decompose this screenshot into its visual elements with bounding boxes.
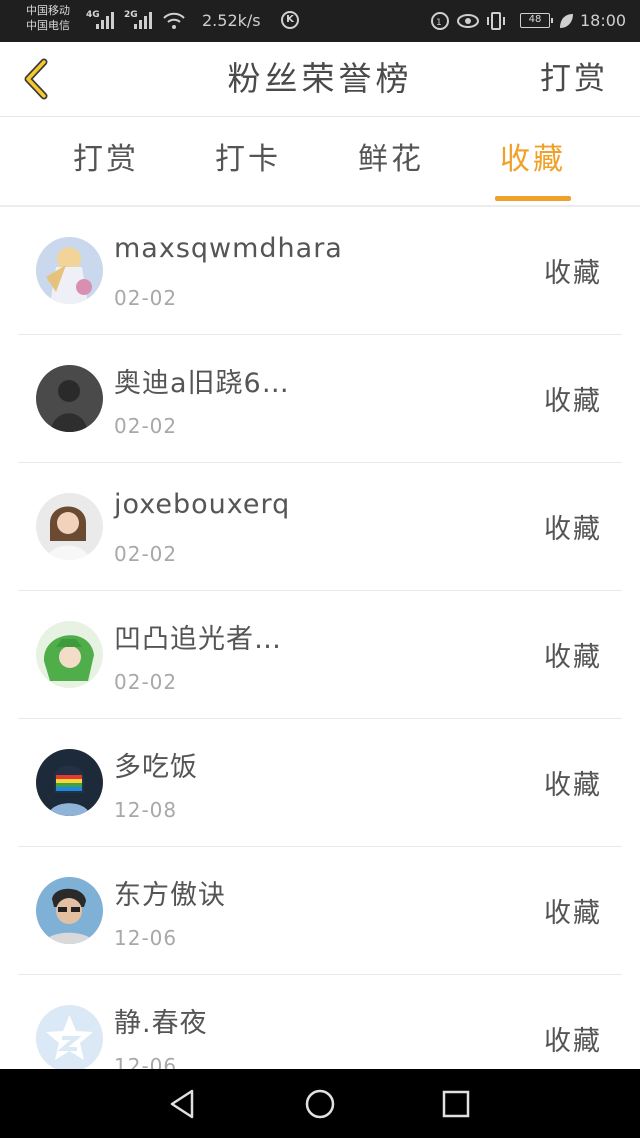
system-nav-bar: [0, 1069, 640, 1138]
carrier-2: 中国电信: [26, 19, 70, 32]
user-name: 东方傲诀: [114, 880, 226, 911]
list-item[interactable]: 多吃饭 12-08 收藏: [18, 719, 622, 847]
reward-button[interactable]: 打赏: [540, 42, 608, 116]
user-date: 12-06: [114, 926, 178, 950]
leaf-icon: [560, 14, 573, 28]
tab-favorites[interactable]: 收藏: [478, 117, 588, 205]
user-action-label: 收藏: [544, 770, 602, 801]
svg-text:1: 1: [436, 18, 442, 28]
list-item[interactable]: 凹凸追光者… 02-02 收藏: [18, 591, 622, 719]
anime-girl-avatar: [36, 237, 103, 304]
tab-bar: 打赏 打卡 鲜花 收藏: [0, 117, 640, 207]
rainbow-face-avatar: [36, 749, 103, 816]
user-name: 奥迪a旧跷6…: [114, 368, 290, 399]
woman-photo-avatar: [36, 493, 103, 560]
carrier-labels: 中国移动 中国电信: [26, 3, 70, 33]
user-name: 多吃饭: [114, 752, 198, 783]
user-name: 静.春夜: [114, 1008, 208, 1039]
user-action-label: 收藏: [544, 642, 602, 673]
list-item[interactable]: 奥迪a旧跷6… 02-02 收藏: [18, 335, 622, 463]
user-date: 02-02: [114, 414, 178, 438]
active-tab-indicator: [495, 196, 571, 201]
user-action-label: 收藏: [544, 386, 602, 417]
dark-photo-avatar: [36, 365, 103, 432]
green-hair-avatar: [36, 621, 103, 688]
avatar[interactable]: [36, 877, 103, 944]
user-name: 凹凸追光者…: [114, 624, 282, 655]
avatar[interactable]: [36, 237, 103, 304]
tab-reward[interactable]: 打赏: [51, 117, 161, 205]
hd-icon: 1: [431, 12, 449, 30]
chevron-left-icon: [24, 58, 48, 100]
avatar[interactable]: [36, 749, 103, 816]
status-icons-right: 1: [431, 12, 505, 30]
default-star-avatar: [36, 1005, 103, 1069]
list-item[interactable]: joxebouxerq 02-02 收藏: [18, 463, 622, 591]
app-root: 中国移动 中国电信 4G 2G 2.52k/s K 1 48 18:00 粉丝荣…: [0, 0, 640, 1138]
vibrate-icon: [487, 12, 505, 30]
back-triangle-icon[interactable]: [166, 1087, 200, 1121]
carrier-1: 中国移动: [26, 4, 70, 17]
eye-icon: [457, 14, 479, 28]
fan-list: maxsqwmdhara 02-02 收藏 奥迪a旧跷6… 02-02 收藏 j…: [18, 207, 622, 1069]
user-date: 02-02: [114, 670, 178, 694]
user-name: joxebouxerq: [114, 489, 291, 520]
net-speed: 2.52k/s: [202, 11, 261, 30]
user-action-label: 收藏: [544, 514, 602, 545]
avatar[interactable]: [36, 493, 103, 560]
home-circle-icon[interactable]: [303, 1087, 337, 1121]
avatar[interactable]: [36, 365, 103, 432]
battery-icon: 48: [520, 13, 553, 28]
status-bar: 中国移动 中国电信 4G 2G 2.52k/s K 1 48 18:00: [0, 0, 640, 42]
user-date: 12-08: [114, 798, 178, 822]
k-badge-icon: K: [281, 11, 299, 29]
signal-2-icon: [134, 12, 152, 29]
user-name: maxsqwmdhara: [114, 233, 343, 264]
list-item[interactable]: maxsqwmdhara 02-02 收藏: [18, 207, 622, 335]
recents-square-icon[interactable]: [439, 1087, 473, 1121]
avatar[interactable]: [36, 1005, 103, 1069]
back-button[interactable]: [14, 54, 62, 104]
clock: 18:00: [580, 11, 627, 30]
user-date: 02-02: [114, 286, 178, 310]
user-action-label: 收藏: [544, 258, 602, 289]
user-date: 12-06: [114, 1054, 178, 1069]
avatar[interactable]: [36, 621, 103, 688]
list-item[interactable]: 东方傲诀 12-06 收藏: [18, 847, 622, 975]
man-glasses-avatar: [36, 877, 103, 944]
header-bar: 粉丝荣誉榜 打赏: [0, 42, 640, 117]
tab-checkin[interactable]: 打卡: [193, 117, 303, 205]
user-action-label: 收藏: [544, 1026, 602, 1057]
user-date: 02-02: [114, 542, 178, 566]
list-item[interactable]: 静.春夜 12-06 收藏: [18, 975, 622, 1069]
signal-1-icon: [96, 12, 114, 29]
user-action-label: 收藏: [544, 898, 602, 929]
tab-flowers[interactable]: 鲜花: [336, 117, 446, 205]
wifi-icon: [163, 12, 185, 29]
